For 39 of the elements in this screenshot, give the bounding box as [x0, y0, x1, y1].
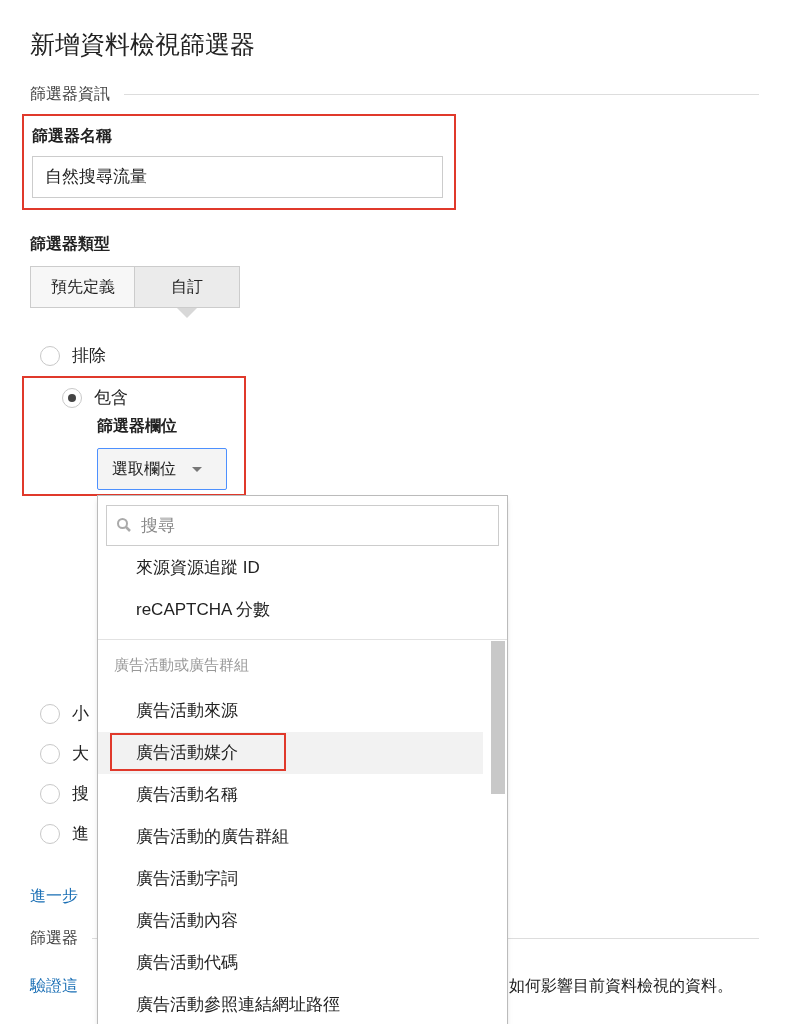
- field-select-button[interactable]: 選取欄位: [97, 448, 227, 490]
- field-label: 篩選器類型: [30, 234, 111, 254]
- menu-item[interactable]: 廣告活動內容: [98, 900, 483, 942]
- radio-label: 大: [72, 743, 89, 766]
- field-label: 篩選器名稱: [32, 126, 113, 146]
- caret-icon: [192, 466, 202, 472]
- type-tab[interactable]: 自訂: [134, 266, 240, 308]
- section-heading: 篩選器資訊: [30, 84, 110, 104]
- menu-item[interactable]: 廣告活動代碼: [98, 942, 483, 984]
- radio-label: 小: [72, 703, 89, 726]
- type-tab[interactable]: 預先定義: [30, 266, 135, 308]
- field-label: 篩選器欄位: [97, 416, 178, 436]
- verify-text: 如何影響目前資料檢視的資料。: [509, 976, 733, 996]
- menu-item[interactable]: 來源資源追蹤 ID: [98, 547, 483, 589]
- radio-button[interactable]: [40, 824, 60, 844]
- menu-item[interactable]: 廣告活動媒介: [98, 732, 483, 774]
- tab-pointer-icon: [177, 308, 197, 318]
- radio-label: 進: [72, 823, 89, 846]
- radio-button[interactable]: [40, 784, 60, 804]
- search-field[interactable]: 搜尋: [106, 505, 499, 546]
- scrollbar[interactable]: [491, 641, 505, 794]
- menu-item[interactable]: 廣告活動字詞: [98, 858, 483, 900]
- radio-label: 搜: [72, 783, 89, 806]
- menu-item[interactable]: 廣告活動名稱: [98, 774, 483, 816]
- radio-label: 排除: [72, 345, 106, 368]
- radio-label: 包含: [94, 387, 128, 410]
- group-heading: 廣告活動或廣告群組: [113, 654, 250, 675]
- radio-button[interactable]: [40, 744, 60, 764]
- page-title: 新增資料檢視篩選器: [30, 29, 256, 60]
- search-icon: [116, 517, 132, 533]
- section-heading: 篩選器: [30, 928, 78, 948]
- radio-button[interactable]: [62, 388, 82, 408]
- radio-button[interactable]: [40, 346, 60, 366]
- name-field[interactable]: 自然搜尋流量: [32, 156, 443, 198]
- menu-item[interactable]: 廣告活動來源: [98, 690, 483, 732]
- radio-button[interactable]: [40, 704, 60, 724]
- menu-item[interactable]: 廣告活動的廣告群組: [98, 816, 483, 858]
- menu-item[interactable]: reCAPTCHA 分數: [98, 589, 483, 631]
- menu-item[interactable]: 廣告活動參照連結網址路徑: [98, 984, 483, 1024]
